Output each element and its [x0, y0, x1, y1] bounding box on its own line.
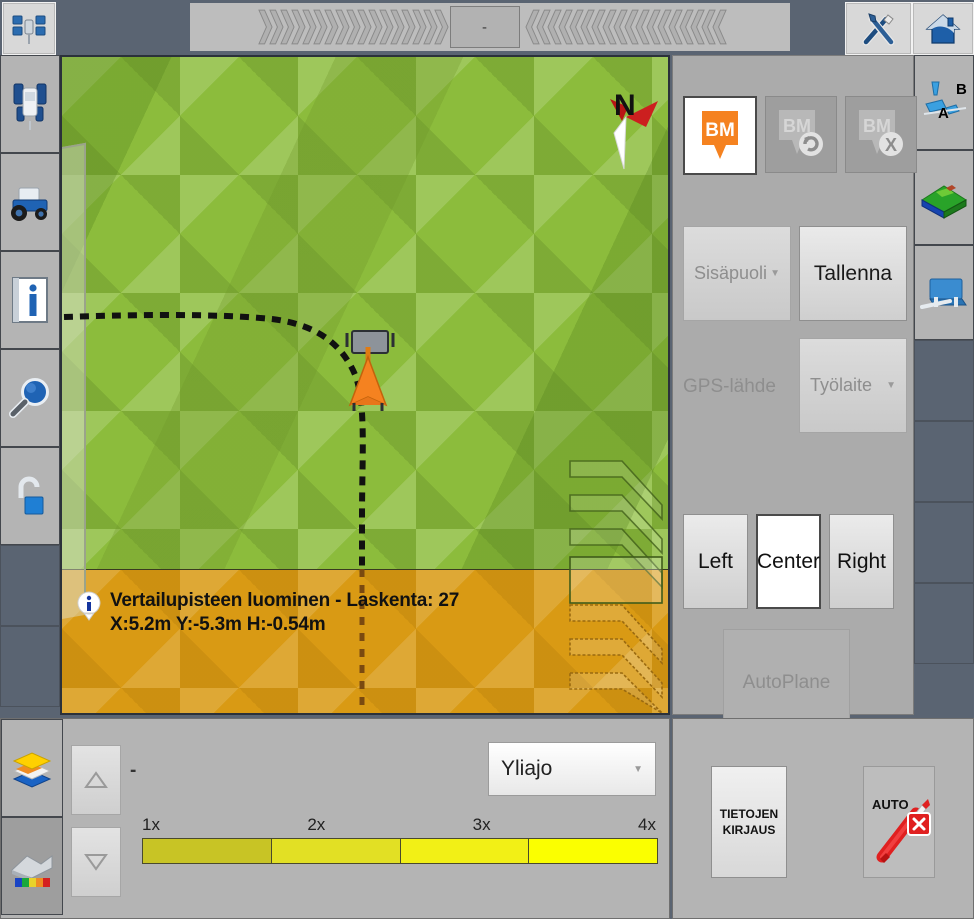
terrain-icon [921, 184, 967, 219]
chevron-left-icon [711, 9, 727, 45]
sidebar-empty-slot [914, 340, 974, 421]
chevron-down-icon: ▼ [770, 268, 780, 279]
top-bar: - [0, 0, 974, 55]
mode-dropdown[interactable]: Yliajo ▼ [488, 742, 656, 796]
sidebar-empty-slot [914, 583, 974, 664]
sidebar-empty-slot [914, 421, 974, 502]
guidance-track-green [63, 312, 366, 569]
home-icon[interactable] [912, 2, 974, 55]
chevron-down-icon: ▼ [633, 763, 643, 775]
decrease-button [71, 827, 121, 897]
bottom-right-panel: TIETOJEN KIRJAUS AUTO [672, 718, 974, 919]
lightbar-left-chevrons [257, 6, 449, 48]
map-view[interactable]: N Vertailupisteen luominen - Laskenta: 2… [60, 55, 670, 715]
triangle-up-icon [84, 771, 108, 788]
application-window: - A B N Vertailupisteen luominen - Laske… [0, 0, 974, 919]
benchmark-refresh-button: BM [765, 96, 837, 173]
benchmark-button-group: BM BM BM X [683, 96, 917, 175]
magnifier-icon [9, 378, 49, 418]
chevron-down-icon: ▼ [886, 380, 896, 391]
sidebar-item-tractor-top-view[interactable] [0, 55, 60, 153]
lightbar-right-chevrons [524, 6, 727, 48]
overlap-scale-ticks: 1x 2x 3x 4x [142, 815, 658, 837]
tools-icon[interactable] [845, 2, 912, 55]
sidebar-item-implement[interactable] [914, 245, 974, 340]
right-sidebar: A B [914, 55, 974, 715]
overlap-tick-1x: 1x [142, 815, 160, 834]
svg-text:X: X [885, 135, 897, 155]
implement-icon [920, 278, 967, 309]
bottom-left-icon-column [1, 719, 63, 918]
autoplane-label: AutoPlane [742, 671, 831, 693]
padlock-open-icon [18, 476, 44, 515]
left-sidebar [0, 55, 60, 715]
position-left-button[interactable]: Left [683, 514, 748, 609]
right-control-panel: BM BM BM X Sisäpuoli ▼ Tallenna GPS-lähd… [672, 55, 917, 736]
auto-record-button[interactable]: AUTO [863, 766, 935, 878]
info-icon [12, 277, 48, 323]
tractor-side-icon [11, 187, 48, 221]
overlap-segment-1x [143, 839, 272, 863]
info-balloon-icon [77, 591, 101, 621]
position-button-group: Left Center Right [683, 514, 894, 609]
sidebar-empty-slot [914, 502, 974, 583]
sidebar-item-zoom-search[interactable] [0, 349, 60, 447]
save-button[interactable]: Tallenna [799, 226, 907, 321]
pen-cancel-icon [876, 799, 931, 863]
position-right-button[interactable]: Right [829, 514, 894, 609]
inside-dropdown: Sisäpuoli ▼ [683, 226, 791, 321]
overlap-tick-4x: 4x [638, 815, 656, 834]
log-button-line1: TIETOJEN [719, 806, 779, 821]
mode-dropdown-value: Yliajo [501, 757, 553, 780]
overlap-segment-4x [529, 839, 657, 863]
sidebar-empty-slot [0, 545, 60, 626]
chevron-right-icon [433, 9, 449, 45]
info-line-2: X:5.2m Y:-5.3m H:-0.54m [110, 614, 326, 636]
svg-text:N: N [614, 89, 636, 122]
sidebar-empty-slot [0, 626, 60, 707]
benchmark-delete-button: BM X [845, 96, 917, 173]
lightbar-guidance: - [190, 3, 790, 51]
svg-text:A: A [938, 105, 949, 122]
sidebar-item-terrain-surface[interactable] [914, 150, 974, 245]
overlap-scale-bar [142, 838, 658, 864]
svg-text:BM: BM [705, 120, 735, 141]
gps-source-value: Työlaite [810, 375, 873, 395]
increase-button [71, 745, 121, 815]
info-line-1: Vertailupisteen luominen - Laskenta: 27 [110, 590, 460, 611]
save-button-label: Tallenna [813, 261, 893, 285]
svg-text:B: B [956, 81, 967, 98]
compass-icon: N [610, 89, 658, 170]
overlap-tick-2x: 2x [307, 815, 326, 834]
sidebar-item-tractor-side-view[interactable] [0, 153, 60, 251]
overlap-segment-2x [271, 839, 401, 863]
data-logging-button[interactable]: TIETOJEN KIRJAUS [711, 766, 787, 878]
lightbar-center-value: - [449, 6, 520, 48]
gps-source-label: GPS-lähde [683, 376, 776, 397]
terrain-profile-icon[interactable] [1, 817, 63, 915]
gps-source-dropdown: Työlaite ▼ [799, 338, 907, 433]
sidebar-item-info[interactable] [0, 251, 60, 349]
current-value: - [130, 760, 137, 781]
overlap-segment-3x [400, 839, 530, 863]
sidebar-item-unlock[interactable] [0, 447, 60, 545]
ab-line-icon: A B [923, 81, 967, 122]
layers-icon[interactable] [1, 719, 63, 817]
satellite-icon[interactable] [2, 2, 56, 55]
benchmark-create-button[interactable]: BM [683, 96, 757, 175]
triangle-down-icon [84, 854, 108, 871]
overlap-tick-3x: 3x [472, 815, 491, 834]
tractor-top-icon [13, 83, 47, 130]
inside-dropdown-value: Sisäpuoli [694, 263, 768, 283]
position-center-button[interactable]: Center [756, 514, 821, 609]
map-info-overlay: Vertailupisteen luominen - Laskenta: 27 … [66, 577, 626, 653]
sidebar-item-ab-line[interactable]: A B [914, 55, 974, 150]
log-button-line2: KIRJAUS [722, 823, 776, 837]
